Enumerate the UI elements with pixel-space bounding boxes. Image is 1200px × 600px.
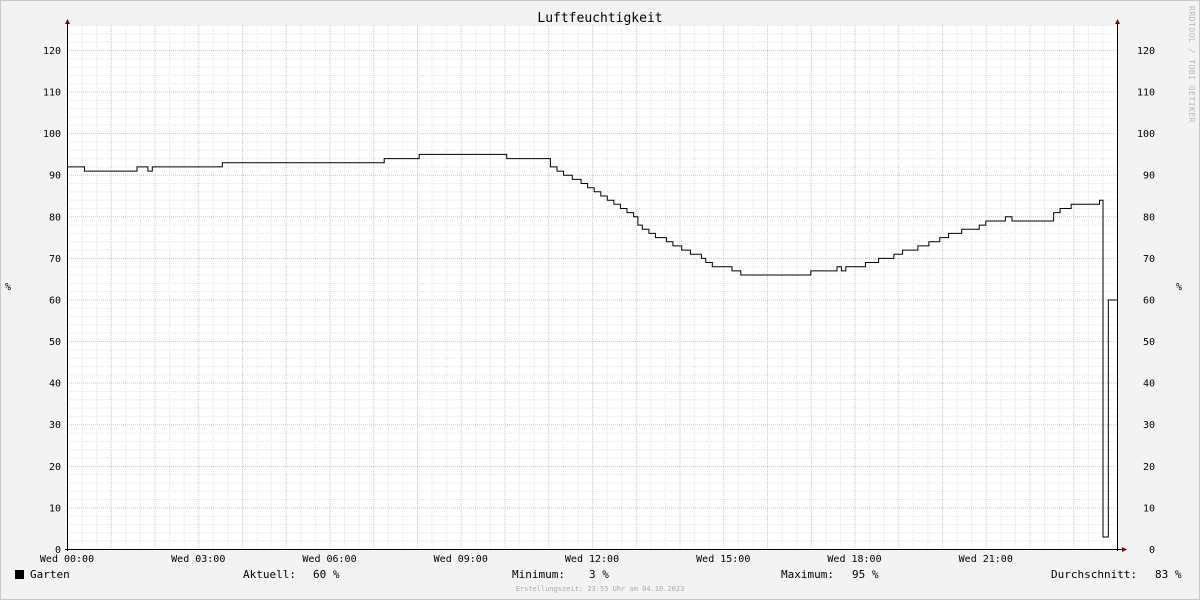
legend-swatch-garten [15,570,24,579]
y-tick-label-left: 20 [49,462,61,473]
x-tick-label: Wed 12:00 [565,554,619,565]
y-tick-label-left: 90 [49,171,61,182]
x-tick-label: Wed 18:00 [827,554,881,565]
x-tick-label: Wed 03:00 [171,554,225,565]
y-tick-label-right: 20 [1143,462,1155,473]
y-axis-arrow-right [1115,19,1120,24]
x-tick-label: Wed 00:00 [40,554,94,565]
x-tick-label: Wed 15:00 [696,554,750,565]
legend-max-label: Maximum: [781,568,834,581]
y-tick-label-left: 10 [49,503,61,514]
y-tick-label-right: 10 [1143,503,1155,514]
x-axis-arrow [1122,547,1127,552]
legend-min-label: Minimum: [512,568,565,581]
y-axis-arrow-left [65,19,70,24]
y-tick-label-right: 30 [1143,420,1155,431]
y-tick-label-right: 120 [1137,46,1155,57]
y-tick-label-right: 70 [1143,254,1155,265]
y-tick-label-left: 30 [49,420,61,431]
x-tick-label: Wed 21:00 [959,554,1013,565]
x-tick-label: Wed 06:00 [302,554,356,565]
y-tick-label-left: 70 [49,254,61,265]
y-tick-label-left: 80 [49,212,61,223]
legend-avg-value: 83 % [1155,568,1182,581]
y-tick-label-right: 110 [1137,88,1155,99]
y-tick-label-right: 40 [1143,379,1155,390]
y-tick-label-right: 50 [1143,337,1155,348]
y-tick-label-right: 90 [1143,171,1155,182]
y-tick-label-left: 60 [49,295,61,306]
y-tick-label-left: 110 [43,88,61,99]
creation-timestamp: Erstellungszeit: 23:55 Uhr am 04.10.2023 [515,585,685,593]
legend-current-label: Aktuell: [243,568,296,581]
legend-series-label: Garten [30,568,70,581]
legend-current-value: 60 % [313,568,340,581]
legend-avg-label: Durchschnitt: [1051,568,1138,581]
y-tick-label-left: 50 [49,337,61,348]
y-tick-label-right: 60 [1143,295,1155,306]
y-tick-label-right: 100 [1137,129,1155,140]
y-tick-label-left: 40 [49,379,61,390]
y-tick-label-left: 100 [43,129,61,140]
legend-max-value: 95 % [852,568,879,581]
y-tick-label-right: 0 [1149,545,1155,556]
legend-min-value: 3 % [589,568,609,581]
humidity-chart: 0 010 1020 2030 3040 4050 5060 6070 7080 8090 9010… [40,19,1155,565]
y-tick-label-left: 120 [43,46,61,57]
x-tick-label: Wed 09:00 [434,554,488,565]
y-tick-label-right: 80 [1143,212,1155,223]
